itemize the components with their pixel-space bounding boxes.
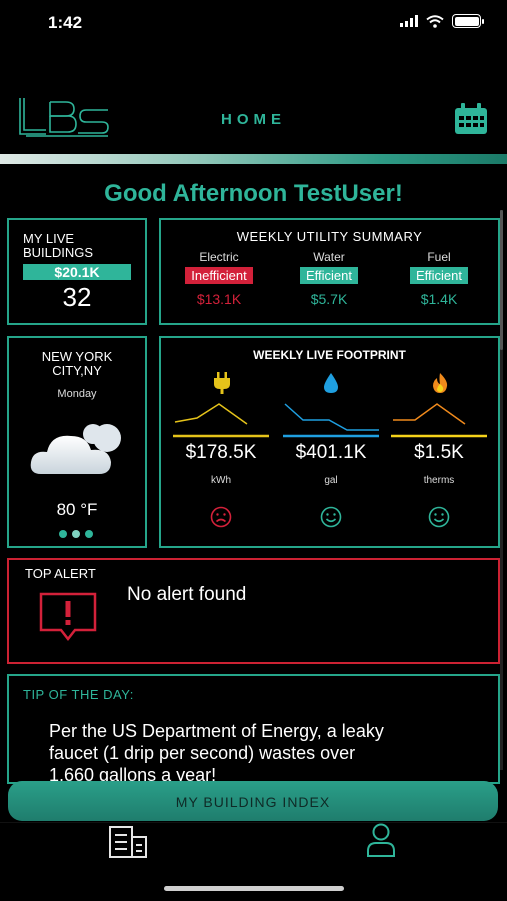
top-alert-card[interactable]: TOP ALERT No alert found bbox=[7, 558, 500, 664]
weather-temp: 80 °F bbox=[56, 500, 98, 519]
happy-face-icon bbox=[320, 506, 342, 528]
tip-line: Per the US Department of Energy, a leaky bbox=[49, 721, 384, 741]
my-building-index-button[interactable]: MY BUILDING INDEX bbox=[8, 781, 498, 821]
weather-day: Monday bbox=[57, 388, 97, 400]
weather-card[interactable]: NEW YORK CITY,NY Monday 80 °F bbox=[7, 336, 147, 548]
home-indicator bbox=[164, 886, 344, 891]
utility-value: $5.7K bbox=[310, 291, 348, 307]
utility-electric: Electric Inefficient $13.1K bbox=[179, 250, 259, 307]
footprint-card[interactable]: WEEKLY LIVE FOOTPRINT $178.5K kWh $401.1… bbox=[159, 336, 500, 548]
status-badge: Inefficient bbox=[185, 267, 253, 284]
status-icons bbox=[400, 14, 484, 28]
buildings-icon bbox=[109, 826, 147, 858]
water-trend-line bbox=[283, 403, 379, 438]
weather-location: NEW YORK CITY,NY bbox=[41, 349, 113, 378]
calendar-button[interactable] bbox=[454, 103, 488, 140]
utility-fuel: Fuel Efficient $1.4K bbox=[399, 250, 479, 307]
tip-card[interactable]: TIP OF THE DAY: Per the US Department of… bbox=[7, 674, 500, 784]
alert-icon bbox=[39, 592, 97, 642]
page-dot[interactable] bbox=[85, 530, 93, 538]
tip-line: faucet (1 drip per second) wastes over bbox=[49, 743, 356, 763]
flame-icon bbox=[433, 373, 448, 393]
status-time: 1:42 bbox=[48, 13, 83, 32]
cloud-icon bbox=[30, 424, 121, 474]
live-buildings-count: 32 bbox=[62, 282, 92, 312]
footprint-title: WEEKLY LIVE FOOTPRINT bbox=[253, 348, 406, 362]
page-dot[interactable] bbox=[59, 530, 67, 538]
wifi-icon bbox=[426, 14, 444, 28]
water-value: $401.1K bbox=[295, 442, 367, 463]
scrollbar[interactable] bbox=[500, 210, 503, 350]
utility-value: $13.1K bbox=[196, 291, 242, 307]
utility-summary-title: WEEKLY UTILITY SUMMARY bbox=[236, 229, 423, 244]
happy-face-icon bbox=[428, 506, 450, 528]
status-badge: Efficient bbox=[409, 267, 468, 284]
tip-body: Per the US Department of Energy, a leaky… bbox=[49, 720, 384, 782]
utility-label: Fuel bbox=[427, 250, 451, 264]
alert-message: No alert found bbox=[127, 584, 247, 605]
status-badge: Efficient bbox=[299, 267, 358, 284]
electric-unit: kWh bbox=[211, 475, 231, 486]
page-title: HOME bbox=[221, 111, 286, 128]
signal-icon bbox=[400, 15, 418, 27]
greeting-text: Good Afternoon TestUser! bbox=[104, 180, 403, 207]
live-buildings-amount: $20.1K bbox=[23, 264, 131, 280]
tip-title: TIP OF THE DAY: bbox=[23, 687, 134, 702]
page-dot-active[interactable] bbox=[72, 530, 80, 538]
page-dots[interactable] bbox=[59, 530, 93, 538]
utility-summary-card[interactable]: WEEKLY UTILITY SUMMARY Electric Ineffici… bbox=[159, 218, 500, 325]
water-unit: gal bbox=[324, 475, 338, 486]
user-icon bbox=[367, 823, 395, 857]
electric-value: $178.5K bbox=[185, 442, 257, 463]
alert-title: TOP ALERT bbox=[25, 566, 96, 581]
fuel-trend-line bbox=[391, 403, 487, 438]
plug-icon bbox=[214, 372, 230, 394]
battery-icon bbox=[452, 14, 484, 28]
fuel-unit: therms bbox=[423, 475, 455, 486]
utility-water: Water Efficient $5.7K bbox=[289, 250, 369, 307]
sad-face-icon bbox=[210, 506, 232, 528]
utility-label: Electric bbox=[199, 250, 239, 264]
tab-buildings[interactable] bbox=[108, 825, 148, 864]
utility-value: $1.4K bbox=[420, 291, 458, 307]
tab-profile[interactable] bbox=[366, 823, 396, 862]
electric-trend-line bbox=[173, 403, 269, 438]
header-divider bbox=[0, 154, 507, 164]
fuel-value: $1.5K bbox=[414, 442, 464, 463]
water-drop-icon bbox=[324, 373, 338, 393]
utility-label: Water bbox=[313, 250, 345, 264]
calendar-icon bbox=[455, 103, 487, 134]
live-buildings-title: MY LIVE BUILDINGS bbox=[23, 231, 94, 260]
live-buildings-card[interactable]: MY LIVE BUILDINGS $20.1K 32 bbox=[7, 218, 147, 325]
